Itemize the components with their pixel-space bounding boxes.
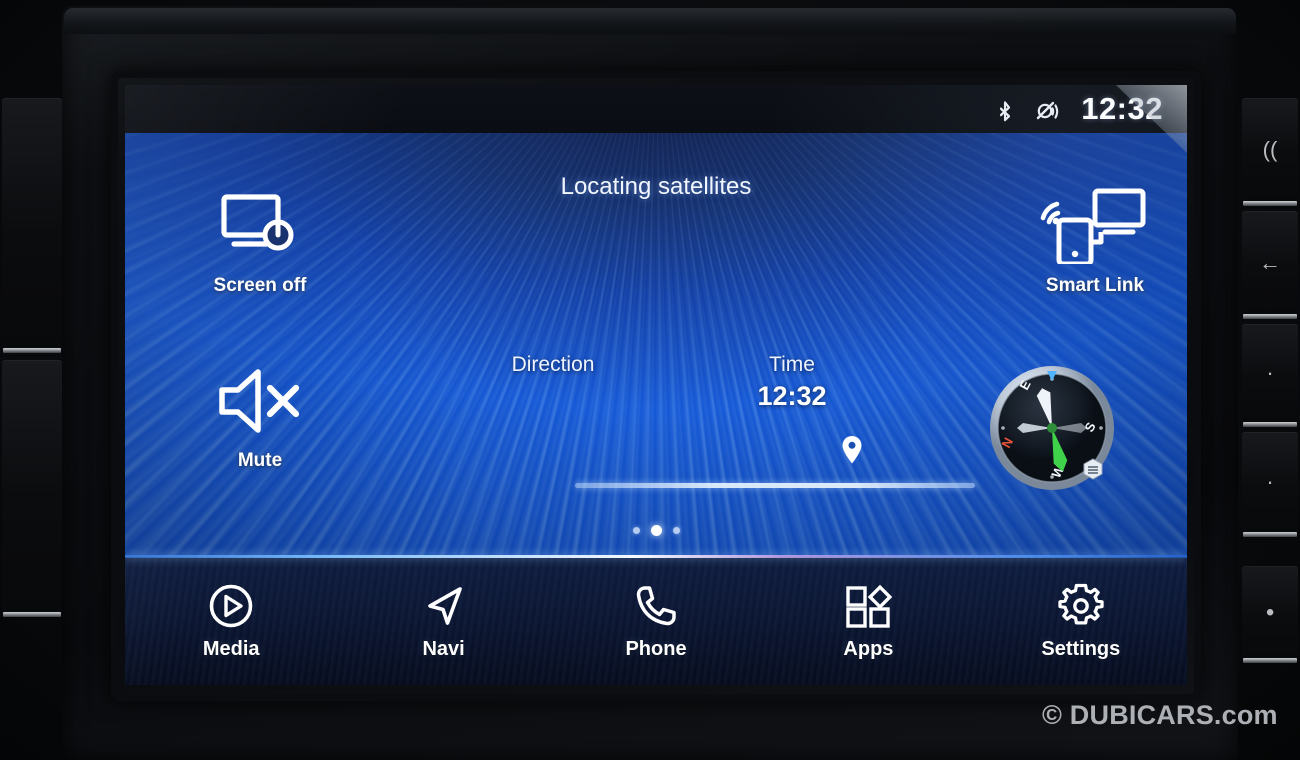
nav-separator-line	[125, 555, 1187, 558]
smart-link-label: Smart Link	[1045, 275, 1145, 296]
infotainment-photo: (( ← · · ● 12:32 Locating satellites Scr…	[0, 0, 1300, 760]
play-circle-icon	[208, 583, 254, 629]
left-hard-button-column	[0, 98, 66, 658]
direction-field: Direction	[473, 353, 633, 381]
head-unit-top-edge	[64, 8, 1236, 34]
speaker-mute-icon	[170, 360, 350, 442]
right-hard-button-knob-panel[interactable]: ●	[1242, 566, 1298, 663]
status-bar-clock: 12:32	[1081, 91, 1163, 126]
back-arrow-icon: ←	[1259, 249, 1281, 275]
phone-handset-icon	[633, 583, 679, 629]
time-label: Time	[769, 353, 815, 376]
compass-widget[interactable]: E S W N	[987, 363, 1117, 498]
screen-off-button[interactable]: Screen off	[170, 185, 350, 297]
navigation-status-widget[interactable]: Direction Time 12:32	[455, 353, 975, 488]
watermark: © DUBICARS.com	[1042, 700, 1278, 730]
monitor-power-icon	[170, 185, 350, 267]
page-dot-1[interactable]	[632, 527, 640, 534]
nav-item-phone[interactable]: Phone	[550, 558, 762, 685]
nav-label-settings: Settings	[1041, 637, 1121, 660]
mute-button[interactable]: Mute	[170, 360, 350, 472]
time-value: 12:32	[757, 381, 827, 411]
gps-no-signal-icon	[1033, 95, 1063, 123]
phone-to-screen-wifi-icon	[1005, 185, 1185, 267]
right-hard-button-back[interactable]: ←	[1242, 211, 1298, 319]
left-hard-button-1[interactable]	[2, 98, 62, 353]
gear-icon	[1057, 583, 1105, 629]
compass-badge-icon	[1083, 458, 1103, 480]
bottom-navigation-bar: Media Navi Phone Apps Settings	[125, 558, 1187, 685]
bluetooth-icon	[995, 95, 1015, 123]
infotainment-screen[interactable]: 12:32 Locating satellites Screen off Sma…	[125, 85, 1187, 685]
time-field: Time 12:32	[717, 353, 867, 412]
page-dot-2-active[interactable]	[650, 525, 662, 536]
direction-label: Direction	[511, 353, 595, 376]
page-indicator[interactable]	[125, 525, 1187, 536]
left-hard-button-2[interactable]	[2, 360, 62, 617]
right-hard-button-4-glyph: ·	[1266, 469, 1274, 494]
right-hard-button-volume[interactable]: ((	[1242, 98, 1298, 206]
widget-progress-divider	[575, 483, 975, 488]
nav-label-navi: Navi	[422, 637, 465, 660]
right-hard-button-3[interactable]: ·	[1242, 324, 1298, 427]
nav-item-settings[interactable]: Settings	[975, 558, 1187, 685]
widget-row: Direction Time 12:32	[455, 353, 875, 412]
knob-indicator-icon: ●	[1265, 603, 1275, 621]
page-dot-3[interactable]	[672, 527, 680, 534]
nav-label-apps: Apps	[843, 637, 894, 660]
nav-item-navi[interactable]: Navi	[337, 558, 549, 685]
nav-item-apps[interactable]: Apps	[762, 558, 974, 685]
right-hard-button-3-glyph: ·	[1266, 360, 1274, 385]
right-hard-button-4[interactable]: ·	[1242, 432, 1298, 537]
navigation-arrow-icon	[421, 583, 467, 629]
right-hard-button-column: (( ← · · ●	[1236, 98, 1300, 663]
status-bar: 12:32	[125, 85, 1187, 133]
sound-waves-icon: ((	[1262, 136, 1278, 162]
screen-off-label: Screen off	[213, 275, 307, 296]
nav-label-media: Media	[202, 637, 260, 660]
map-pin-icon	[841, 435, 863, 470]
compass-icon: E S W N	[990, 366, 1114, 490]
mute-label: Mute	[237, 450, 283, 471]
nav-label-phone: Phone	[625, 637, 687, 660]
nav-item-media[interactable]: Media	[125, 558, 337, 685]
smart-link-button[interactable]: Smart Link	[1005, 185, 1185, 297]
apps-grid-icon	[844, 583, 893, 629]
